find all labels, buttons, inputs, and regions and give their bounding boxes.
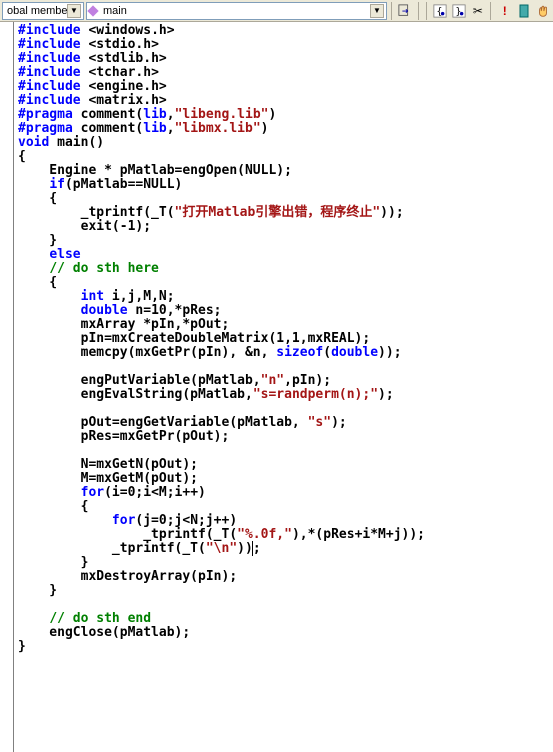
hand-icon[interactable] bbox=[534, 2, 551, 20]
svg-text:{: { bbox=[437, 6, 443, 17]
goto-icon[interactable] bbox=[397, 2, 414, 20]
cut-icon[interactable]: ✂ bbox=[469, 2, 486, 20]
toolbar: obal members ▼ main ▼ { } ✂ ! bbox=[0, 0, 553, 22]
separator bbox=[490, 2, 492, 20]
function-combo[interactable]: main ▼ bbox=[86, 2, 387, 20]
bookmark-icon[interactable] bbox=[515, 2, 532, 20]
separator bbox=[391, 2, 393, 20]
separator bbox=[418, 2, 420, 20]
code-editor[interactable]: #include <windows.h> #include <stdio.h> … bbox=[14, 22, 553, 752]
close-brace-icon[interactable]: } bbox=[451, 2, 468, 20]
chevron-down-icon[interactable]: ▼ bbox=[370, 4, 384, 18]
scope-combo[interactable]: obal members ▼ bbox=[2, 2, 84, 20]
open-brace-icon[interactable]: { bbox=[432, 2, 449, 20]
svg-text:}: } bbox=[455, 6, 461, 17]
chevron-down-icon[interactable]: ▼ bbox=[67, 4, 81, 18]
separator bbox=[426, 2, 428, 20]
editor-area: #include <windows.h> #include <stdio.h> … bbox=[0, 22, 553, 752]
function-icon bbox=[87, 5, 98, 16]
function-combo-text: main bbox=[101, 5, 370, 17]
scope-combo-text: obal members bbox=[5, 5, 67, 17]
gutter bbox=[0, 22, 14, 752]
error-icon[interactable]: ! bbox=[496, 2, 513, 20]
